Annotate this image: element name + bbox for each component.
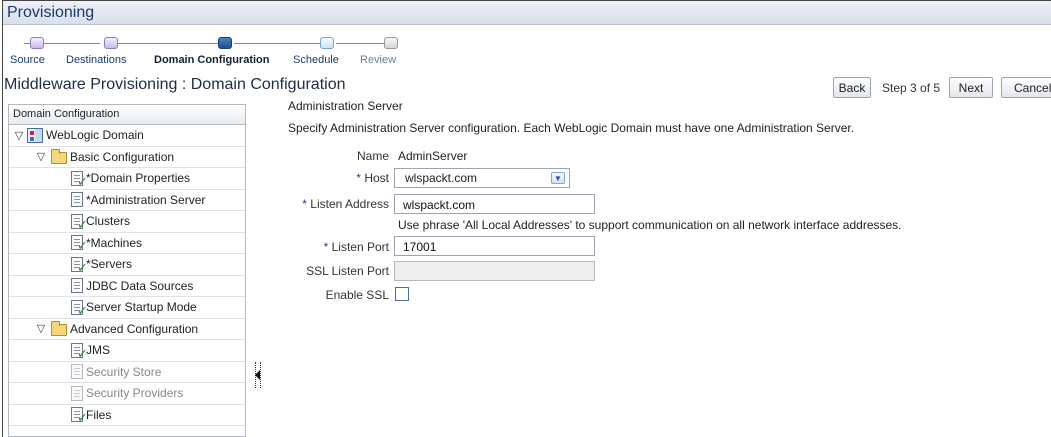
tree-item-label: Clusters: [86, 214, 131, 229]
tree-item-advanced-configuration[interactable]: ▽ Advanced Configuration: [9, 319, 245, 340]
tree-item-security-providers: Security Providers: [9, 383, 245, 405]
page-icon: [71, 192, 83, 208]
back-button[interactable]: Back: [833, 77, 871, 98]
tree-item-jms[interactable]: JMS: [9, 340, 245, 362]
tree-item-server-startup-mode[interactable]: Server Startup Mode: [9, 297, 245, 319]
host-select-value: wlspackt.com: [405, 171, 478, 185]
tree-item-basic-configuration[interactable]: ▽ Basic Configuration: [9, 147, 245, 168]
page-disabled-icon: [71, 385, 83, 401]
train-label-review[interactable]: Review: [360, 54, 396, 66]
page-icon: [71, 278, 83, 294]
tree-item-label: WebLogic Domain: [46, 128, 144, 143]
tree-item-machines[interactable]: *Machines: [9, 233, 245, 254]
train-stop-source[interactable]: [30, 37, 44, 49]
required-marker: *: [302, 197, 307, 211]
train-stop-destinations[interactable]: [104, 37, 118, 49]
name-value: AdminServer: [398, 149, 468, 163]
train-connector: [234, 43, 322, 44]
chevron-down-icon[interactable]: ▼: [551, 172, 565, 184]
listen-address-label: * Listen Address: [302, 197, 389, 211]
tree-item-label: *Administration Server: [86, 192, 206, 207]
domain-icon: [27, 127, 43, 143]
train-stop-domain-configuration: [218, 37, 232, 49]
panel-collapse-handle[interactable]: [255, 362, 261, 388]
page-checked-icon: [71, 235, 88, 252]
train-stop-review[interactable]: [384, 37, 398, 49]
listen-address-input[interactable]: wlspackt.com: [394, 194, 595, 214]
host-label: * Host: [356, 171, 389, 185]
tree-item-label: *Machines: [86, 235, 143, 250]
required-marker: *: [323, 240, 329, 254]
window-title: Provisioning: [7, 4, 95, 21]
train-label-domain-configuration: Domain Configuration: [154, 54, 270, 66]
host-select[interactable]: wlspackt.com ▼: [394, 168, 570, 188]
train-stop-schedule[interactable]: [320, 37, 334, 49]
tree-item-label: Server Startup Mode: [86, 300, 197, 315]
tree-item-label: JDBC Data Sources: [86, 278, 194, 293]
tree-item-domain-properties[interactable]: *Domain Properties: [9, 168, 245, 190]
tree-item-label: Security Providers: [86, 386, 184, 401]
tree-item-administration-server[interactable]: *Administration Server: [9, 190, 245, 211]
tree-item-label: *Servers: [86, 257, 133, 272]
page-checked-icon: [71, 407, 88, 424]
tree-item-label: *Domain Properties: [86, 171, 191, 186]
listen-address-hint: Use phrase 'All Local Addresses' to supp…: [398, 218, 902, 232]
section-description: Specify Administration Server configurat…: [288, 121, 855, 135]
domain-configuration-tree: Domain Configuration ▽ WebLogic Domain ▽…: [8, 104, 246, 437]
tree-item-weblogic-domain[interactable]: ▽ WebLogic Domain: [9, 125, 245, 147]
step-train: Source Destinations Domain Configuration…: [10, 32, 430, 72]
page-checked-icon: [71, 342, 88, 360]
collapse-toggle-icon[interactable]: ▽: [13, 129, 25, 142]
train-connector: [336, 43, 386, 44]
folder-icon: [51, 321, 67, 337]
name-label: Name: [356, 149, 389, 163]
tree-item-jdbc-data-sources[interactable]: JDBC Data Sources: [9, 276, 245, 297]
tree-item-clusters[interactable]: Clusters: [9, 211, 245, 233]
tree-item-label: Security Store: [86, 364, 162, 379]
tree-item-label: Basic Configuration: [70, 149, 175, 164]
tree-item-security-store: Security Store: [9, 362, 245, 383]
tree-item-servers[interactable]: *Servers: [9, 254, 245, 276]
section-title: Administration Server: [288, 99, 403, 113]
page-checked-icon: [71, 213, 88, 231]
collapse-toggle-icon[interactable]: ▽: [35, 150, 47, 163]
step-indicator: Step 3 of 5: [882, 81, 941, 95]
page-checked-icon: [71, 170, 88, 188]
enable-ssl-label: Enable SSL: [325, 288, 389, 302]
page-checked-icon: [71, 299, 88, 317]
cancel-button[interactable]: Cancel: [1001, 77, 1051, 98]
next-button[interactable]: Next: [949, 77, 993, 98]
tree-item-label: Files: [86, 407, 112, 422]
page-title: Middleware Provisioning : Domain Configu…: [4, 76, 346, 93]
train-connector: [114, 43, 220, 44]
page-checked-icon: [71, 256, 88, 274]
ssl-listen-port-input: [394, 261, 595, 281]
train-label-source[interactable]: Source: [10, 54, 45, 66]
tree-item-label: JMS: [86, 343, 110, 358]
train-label-schedule[interactable]: Schedule: [293, 54, 339, 66]
collapse-toggle-icon[interactable]: ▽: [35, 322, 47, 335]
train-label-destinations[interactable]: Destinations: [66, 54, 127, 66]
listen-port-input[interactable]: 17001: [394, 236, 595, 256]
required-marker: *: [356, 171, 361, 185]
window-titlebar: Provisioning: [3, 1, 1051, 25]
page-disabled-icon: [71, 364, 83, 380]
folder-icon: [51, 149, 67, 165]
enable-ssl-checkbox[interactable]: [395, 287, 409, 301]
listen-port-label: * Listen Port: [323, 240, 389, 254]
tree-header: Domain Configuration: [9, 105, 245, 125]
tree-item-files[interactable]: Files: [9, 405, 245, 426]
tree-item-label: Advanced Configuration: [70, 321, 199, 336]
ssl-listen-port-label: SSL Listen Port: [306, 264, 389, 278]
